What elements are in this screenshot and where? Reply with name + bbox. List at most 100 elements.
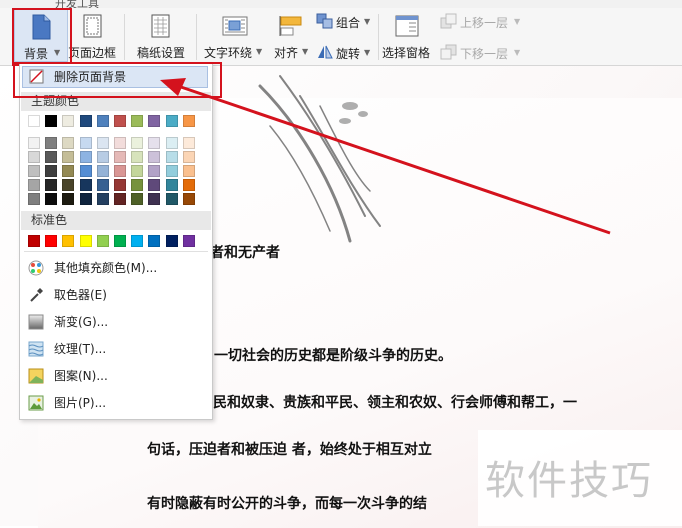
theme-shade-swatch[interactable] xyxy=(28,193,40,205)
theme-shade-swatch[interactable] xyxy=(45,179,57,191)
background-dropdown-menu: 删除页面背景 主题颜色 标准色 其他填充颜色(M)... 取色器(E) 渐变(G… xyxy=(19,63,213,420)
pattern-item[interactable]: 图案(N)... xyxy=(24,365,208,387)
theme-shade-swatch[interactable] xyxy=(131,193,143,205)
theme-shade-swatch[interactable] xyxy=(62,151,74,163)
theme-shade-swatch[interactable] xyxy=(131,179,143,191)
theme-shade-swatch[interactable] xyxy=(45,137,57,149)
more-fill-colors-item[interactable]: 其他填充颜色(M)... xyxy=(24,257,208,279)
theme-color-swatch[interactable] xyxy=(166,115,178,127)
bring-forward-button[interactable]: 上移一层 ▼ xyxy=(438,12,522,32)
chevron-down-icon: ▼ xyxy=(514,48,521,57)
paper-settings-button[interactable]: 稿纸设置 xyxy=(133,9,189,62)
standard-color-swatch[interactable] xyxy=(62,235,74,247)
standard-color-swatch[interactable] xyxy=(114,235,126,247)
theme-shade-swatch[interactable] xyxy=(97,137,109,149)
theme-shade-swatch[interactable] xyxy=(62,179,74,191)
theme-shade-swatch[interactable] xyxy=(148,179,160,191)
standard-color-swatch[interactable] xyxy=(131,235,143,247)
align-button[interactable]: 对齐 ▼ xyxy=(270,9,312,62)
theme-shade-swatch[interactable] xyxy=(166,165,178,177)
selection-pane-button[interactable]: 选择窗格 xyxy=(380,9,434,62)
theme-shade-swatch[interactable] xyxy=(166,137,178,149)
theme-color-swatch[interactable] xyxy=(62,115,74,127)
theme-color-swatch[interactable] xyxy=(80,115,92,127)
theme-shade-swatch[interactable] xyxy=(148,165,160,177)
theme-shade-swatch[interactable] xyxy=(114,137,126,149)
theme-shade-swatch[interactable] xyxy=(166,151,178,163)
theme-shade-swatch[interactable] xyxy=(80,151,92,163)
theme-color-swatch[interactable] xyxy=(131,115,143,127)
picture-icon xyxy=(28,395,44,411)
texture-item[interactable]: 纹理(T)... xyxy=(24,338,208,360)
theme-shade-swatch[interactable] xyxy=(131,165,143,177)
theme-shade-swatch[interactable] xyxy=(62,137,74,149)
theme-shade-swatch[interactable] xyxy=(97,151,109,163)
paper-settings-icon xyxy=(151,14,170,38)
theme-shade-swatch[interactable] xyxy=(80,137,92,149)
annotation-highlight-background xyxy=(12,8,72,66)
chevron-down-icon: ▼ xyxy=(256,47,263,56)
theme-shade-swatch[interactable] xyxy=(166,179,178,191)
theme-color-swatch[interactable] xyxy=(28,115,40,127)
toolbar-divider xyxy=(124,14,125,60)
theme-shade-swatch[interactable] xyxy=(28,137,40,149)
theme-shade-swatch[interactable] xyxy=(114,151,126,163)
theme-shade-swatch[interactable] xyxy=(62,165,74,177)
chevron-down-icon: ▼ xyxy=(514,17,521,26)
theme-shade-swatch[interactable] xyxy=(131,151,143,163)
theme-shade-swatch[interactable] xyxy=(183,151,195,163)
theme-shade-swatch[interactable] xyxy=(62,193,74,205)
theme-color-swatch[interactable] xyxy=(45,115,57,127)
theme-shade-swatch[interactable] xyxy=(148,137,160,149)
theme-shade-swatch[interactable] xyxy=(45,165,57,177)
theme-shade-swatch[interactable] xyxy=(80,179,92,191)
theme-shade-swatch[interactable] xyxy=(80,193,92,205)
chevron-down-icon: ▼ xyxy=(302,47,309,56)
theme-shade-swatch[interactable] xyxy=(28,151,40,163)
standard-color-swatch[interactable] xyxy=(148,235,160,247)
theme-color-swatch[interactable] xyxy=(114,115,126,127)
page-border-button[interactable]: 页面边框 xyxy=(68,9,118,62)
standard-color-swatch[interactable] xyxy=(45,235,57,247)
theme-shade-swatch[interactable] xyxy=(45,151,57,163)
standard-color-swatch[interactable] xyxy=(97,235,109,247)
standard-color-swatch[interactable] xyxy=(183,235,195,247)
theme-shade-swatch[interactable] xyxy=(148,193,160,205)
theme-shade-swatch[interactable] xyxy=(114,179,126,191)
standard-color-swatch[interactable] xyxy=(80,235,92,247)
rotate-button[interactable]: 旋转 ▼ xyxy=(314,43,374,63)
theme-shade-swatch[interactable] xyxy=(166,193,178,205)
theme-shade-swatch[interactable] xyxy=(97,165,109,177)
theme-shade-swatch[interactable] xyxy=(114,165,126,177)
standard-color-swatch[interactable] xyxy=(166,235,178,247)
theme-shade-swatch[interactable] xyxy=(114,193,126,205)
theme-shade-swatch[interactable] xyxy=(28,165,40,177)
theme-shade-swatch[interactable] xyxy=(45,193,57,205)
theme-shade-swatch[interactable] xyxy=(183,179,195,191)
group-button[interactable]: 组合 ▼ xyxy=(314,12,374,32)
theme-shade-swatch[interactable] xyxy=(183,165,195,177)
align-icon xyxy=(279,16,302,36)
theme-color-swatch[interactable] xyxy=(97,115,109,127)
theme-shade-swatch[interactable] xyxy=(97,179,109,191)
standard-color-swatch[interactable] xyxy=(28,235,40,247)
text-wrap-button[interactable]: 文字环绕 ▼ xyxy=(202,9,266,62)
picture-item[interactable]: 图片(P)... xyxy=(24,392,208,414)
theme-shade-swatch[interactable] xyxy=(183,193,195,205)
theme-shade-swatch[interactable] xyxy=(80,165,92,177)
gradient-item[interactable]: 渐变(G)... xyxy=(24,311,208,333)
annotation-highlight-remove-background xyxy=(13,62,222,98)
eyedropper-item[interactable]: 取色器(E) xyxy=(24,284,208,306)
theme-color-swatch[interactable] xyxy=(183,115,195,127)
theme-shade-swatch[interactable] xyxy=(28,179,40,191)
more-fill-colors-label: 其他填充颜色(M)... xyxy=(54,261,158,275)
theme-shade-swatch[interactable] xyxy=(183,137,195,149)
eyedropper-icon xyxy=(30,288,43,302)
gradient-icon xyxy=(28,314,44,330)
theme-shade-swatch[interactable] xyxy=(131,137,143,149)
ribbon-toolbar: 背景 ▼ 页面边框 稿纸设置 文字环绕 ▼ 对齐 ▼ 组合 ▼ 旋转 ▼ 选择窗… xyxy=(0,8,682,66)
theme-shade-swatch[interactable] xyxy=(97,193,109,205)
theme-color-swatch[interactable] xyxy=(148,115,160,127)
theme-shade-swatch[interactable] xyxy=(148,151,160,163)
send-backward-button[interactable]: 下移一层 ▼ xyxy=(438,43,522,63)
